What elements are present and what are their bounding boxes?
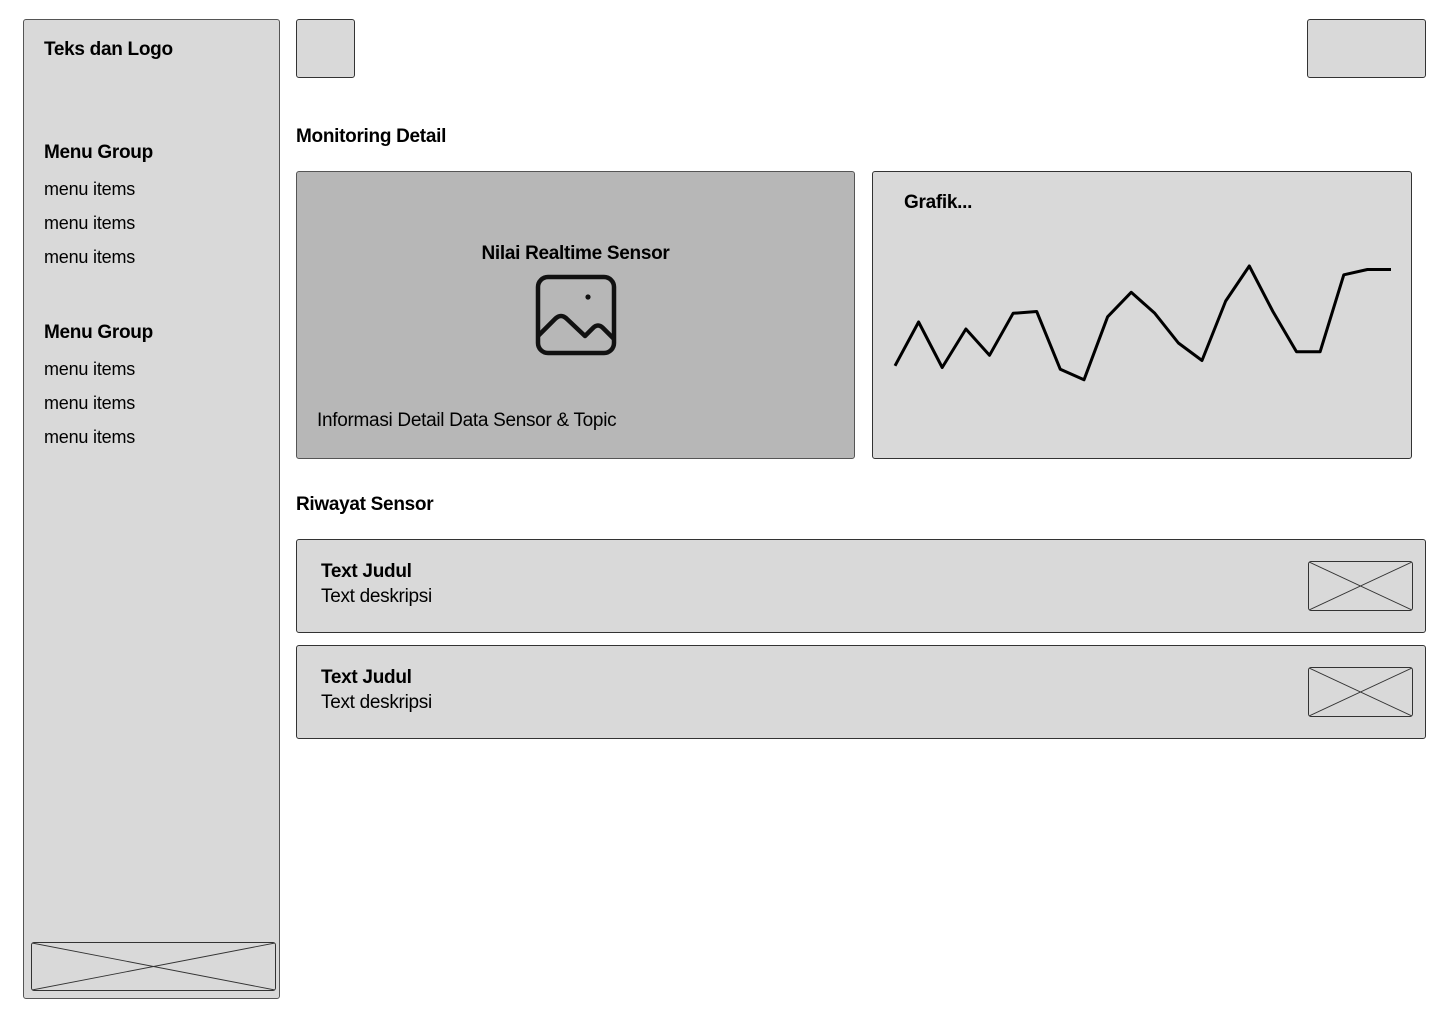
- sidebar-image-placeholder: [31, 942, 276, 991]
- chart-series-line: [893, 264, 1391, 382]
- image-placeholder-icon: [32, 943, 275, 990]
- menu-toggle-button[interactable]: [296, 19, 355, 78]
- history-row[interactable]: Text Judul Text deskripsi: [296, 539, 1426, 633]
- brand-logo-text[interactable]: Teks dan Logo: [44, 39, 173, 61]
- line-chart: [893, 264, 1391, 382]
- monitoring-section-title: Monitoring Detail: [296, 126, 447, 147]
- menu-item[interactable]: menu items: [44, 211, 153, 245]
- realtime-sensor-card[interactable]: Nilai Realtime Sensor Informasi Detail D…: [296, 171, 855, 459]
- image-placeholder-icon: [1309, 562, 1412, 610]
- menu-item[interactable]: menu items: [44, 391, 153, 425]
- history-section-title: Riwayat Sensor: [296, 494, 434, 515]
- menu-group-title: Menu Group: [44, 322, 153, 343]
- history-row-description: Text deskripsi: [321, 692, 432, 713]
- menu-item[interactable]: menu items: [44, 425, 153, 459]
- profile-button[interactable]: [1307, 19, 1426, 78]
- sensor-card-title: Nilai Realtime Sensor: [481, 243, 670, 264]
- chart-card[interactable]: Grafik...: [872, 171, 1412, 459]
- image-placeholder-icon: [1309, 668, 1412, 716]
- sensor-info-text: Informasi Detail Data Sensor & Topic: [317, 410, 617, 431]
- menu-group-2: Menu Group menu items menu items menu it…: [44, 321, 153, 459]
- history-row[interactable]: Text Judul Text deskripsi: [296, 645, 1426, 739]
- menu-item[interactable]: menu items: [44, 357, 153, 391]
- history-row-image: [1308, 667, 1413, 717]
- menu-group-title: Menu Group: [44, 142, 153, 163]
- image-icon: [535, 274, 617, 356]
- menu-item[interactable]: menu items: [44, 177, 153, 211]
- sidebar: Teks dan Logo Menu Group menu items menu…: [23, 19, 280, 999]
- history-row-description: Text deskripsi: [321, 586, 432, 607]
- menu-item[interactable]: menu items: [44, 245, 153, 279]
- history-row-title: Text Judul: [321, 561, 412, 582]
- history-row-title: Text Judul: [321, 667, 412, 688]
- history-row-image: [1308, 561, 1413, 611]
- menu-group-1: Menu Group menu items menu items menu it…: [44, 141, 153, 279]
